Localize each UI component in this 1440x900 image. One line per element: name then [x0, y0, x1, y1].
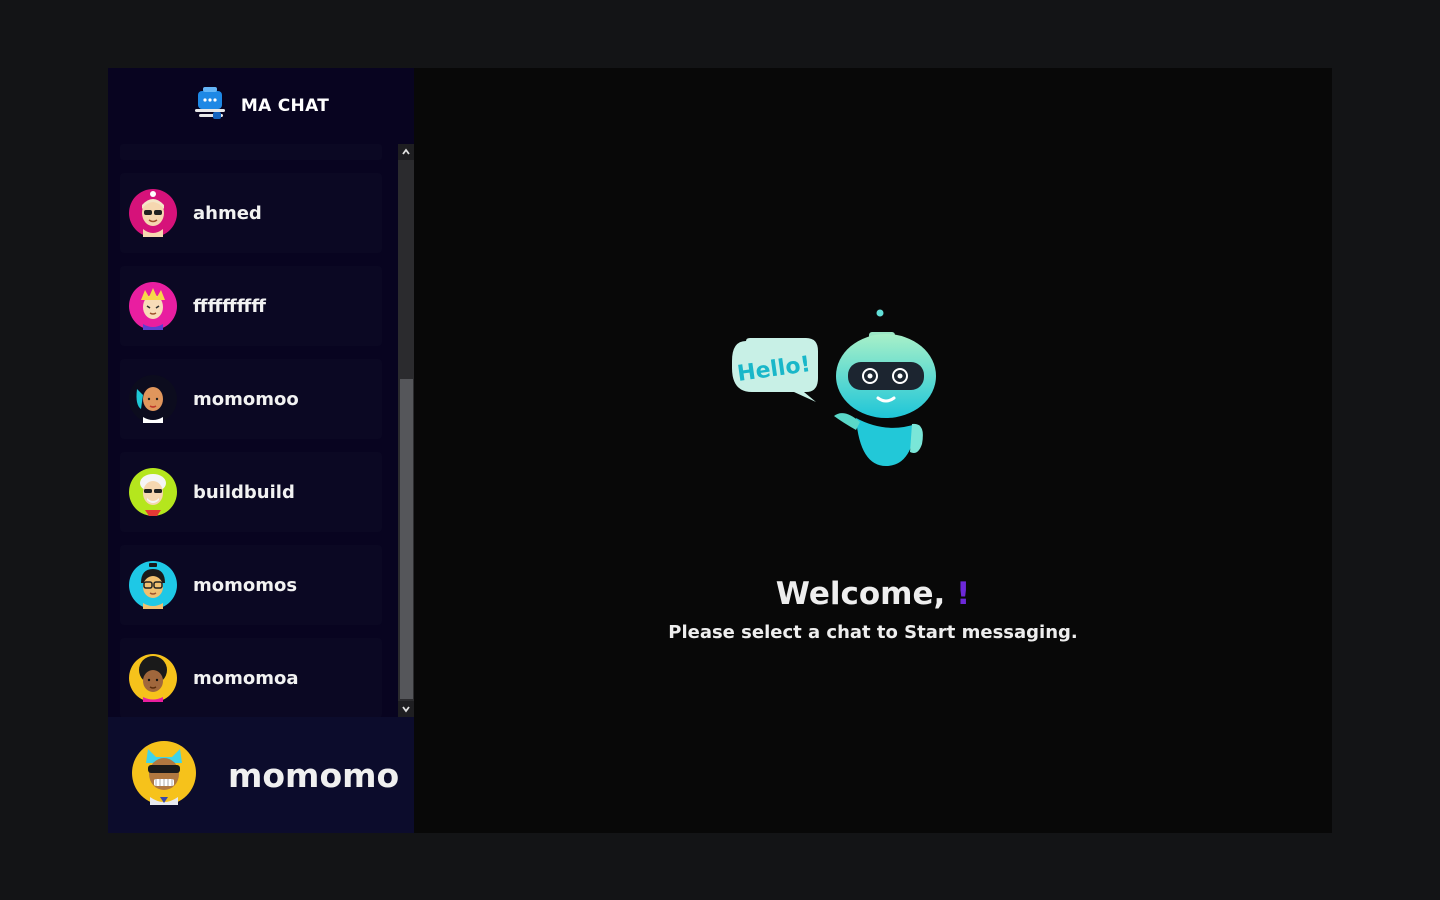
chevron-down-icon[interactable]: [398, 701, 414, 717]
contact-item-ffffffffff[interactable]: ffffffffff: [120, 266, 382, 346]
brand-header: MA CHAT: [108, 68, 414, 144]
chat-robot-logo-icon: [193, 87, 227, 125]
contact-name: momomoo: [193, 388, 299, 410]
contact-item-ahmed[interactable]: ahmed: [120, 173, 382, 253]
avatar: [129, 468, 177, 516]
contact-item-momomoo[interactable]: momomoo: [120, 359, 382, 439]
contact-list[interactable]: ahmed ffffffffff momomoo buildbuild momo…: [108, 144, 414, 717]
contact-name: ffffffffff: [193, 295, 266, 317]
scrollbar-thumb[interactable]: [400, 379, 413, 699]
current-user-name: momomo: [228, 755, 400, 795]
app-title: MA CHAT: [240, 96, 330, 116]
chevron-up-icon[interactable]: [398, 144, 414, 160]
avatar[interactable]: [132, 741, 196, 809]
contact-name: momomoa: [193, 667, 299, 689]
contact-item-momomoa[interactable]: momomoa: [120, 638, 382, 717]
chat-app: MA CHAT ahmed ffffffffff momomoo buildbu…: [108, 68, 1332, 833]
hello-robot-illustration: Hello!: [726, 306, 936, 475]
contact-name: buildbuild: [193, 481, 295, 503]
avatar: [129, 282, 177, 330]
welcome-subtitle: Please select a chat to Start messaging.: [668, 622, 1078, 643]
contact-name: ahmed: [193, 202, 262, 224]
welcome-mark: !: [956, 576, 971, 612]
sidebar: MA CHAT ahmed ffffffffff momomoo buildbu…: [108, 68, 414, 833]
chat-welcome-panel: Hello! Welcome, ! Please select a chat t…: [414, 68, 1332, 833]
avatar: [129, 375, 177, 423]
welcome-text: Welcome,: [775, 576, 946, 612]
avatar: [129, 189, 177, 237]
welcome-heading: Welcome, !: [414, 576, 1332, 612]
contact-item-buildbuild[interactable]: buildbuild: [120, 452, 382, 532]
contact-name: momomos: [193, 574, 298, 596]
contact-list-scrollbar[interactable]: [398, 144, 414, 717]
current-user-panel[interactable]: momomo: [108, 717, 414, 833]
avatar: [129, 654, 177, 702]
contact-item-momomos[interactable]: momomos: [120, 545, 382, 625]
avatar: [129, 561, 177, 609]
list-item-partial[interactable]: [120, 144, 382, 160]
